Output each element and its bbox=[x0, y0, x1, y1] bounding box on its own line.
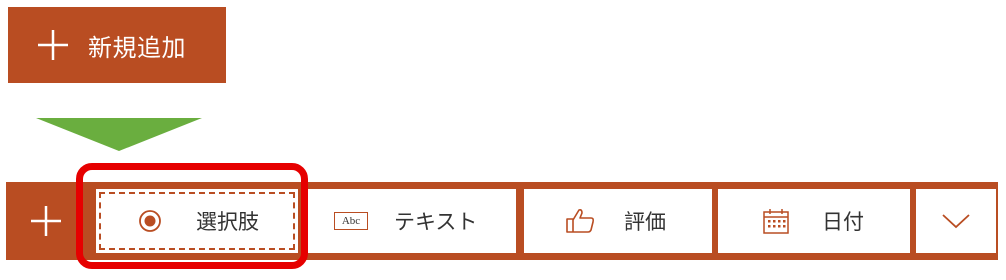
down-arrow-indicator bbox=[36, 118, 202, 151]
text-abc-icon: Abc bbox=[334, 212, 368, 230]
choice-type-button[interactable]: 選択肢 bbox=[96, 189, 298, 253]
toolbar-add-button[interactable] bbox=[6, 182, 86, 260]
add-new-label: 新規追加 bbox=[88, 33, 186, 62]
chevron-down-icon bbox=[941, 212, 971, 230]
rating-type-label: 評価 bbox=[624, 210, 666, 234]
rating-type-button[interactable]: 評価 bbox=[524, 189, 712, 253]
plus-icon bbox=[38, 30, 68, 60]
plus-icon bbox=[31, 206, 61, 236]
choice-type-label: 選択肢 bbox=[196, 210, 259, 234]
text-type-label: テキスト bbox=[394, 210, 478, 234]
text-type-button[interactable]: Abc テキスト bbox=[304, 189, 516, 253]
date-type-label: 日付 bbox=[822, 210, 864, 234]
calendar-icon bbox=[762, 207, 790, 235]
question-type-toolbar: 選択肢 Abc テキスト 評価 日付 bbox=[6, 182, 998, 260]
thumbs-up-icon bbox=[564, 207, 596, 235]
more-types-button[interactable] bbox=[916, 189, 996, 253]
date-type-button[interactable]: 日付 bbox=[718, 189, 910, 253]
add-new-button[interactable]: 新規追加 bbox=[8, 7, 226, 83]
radio-icon bbox=[138, 209, 162, 233]
